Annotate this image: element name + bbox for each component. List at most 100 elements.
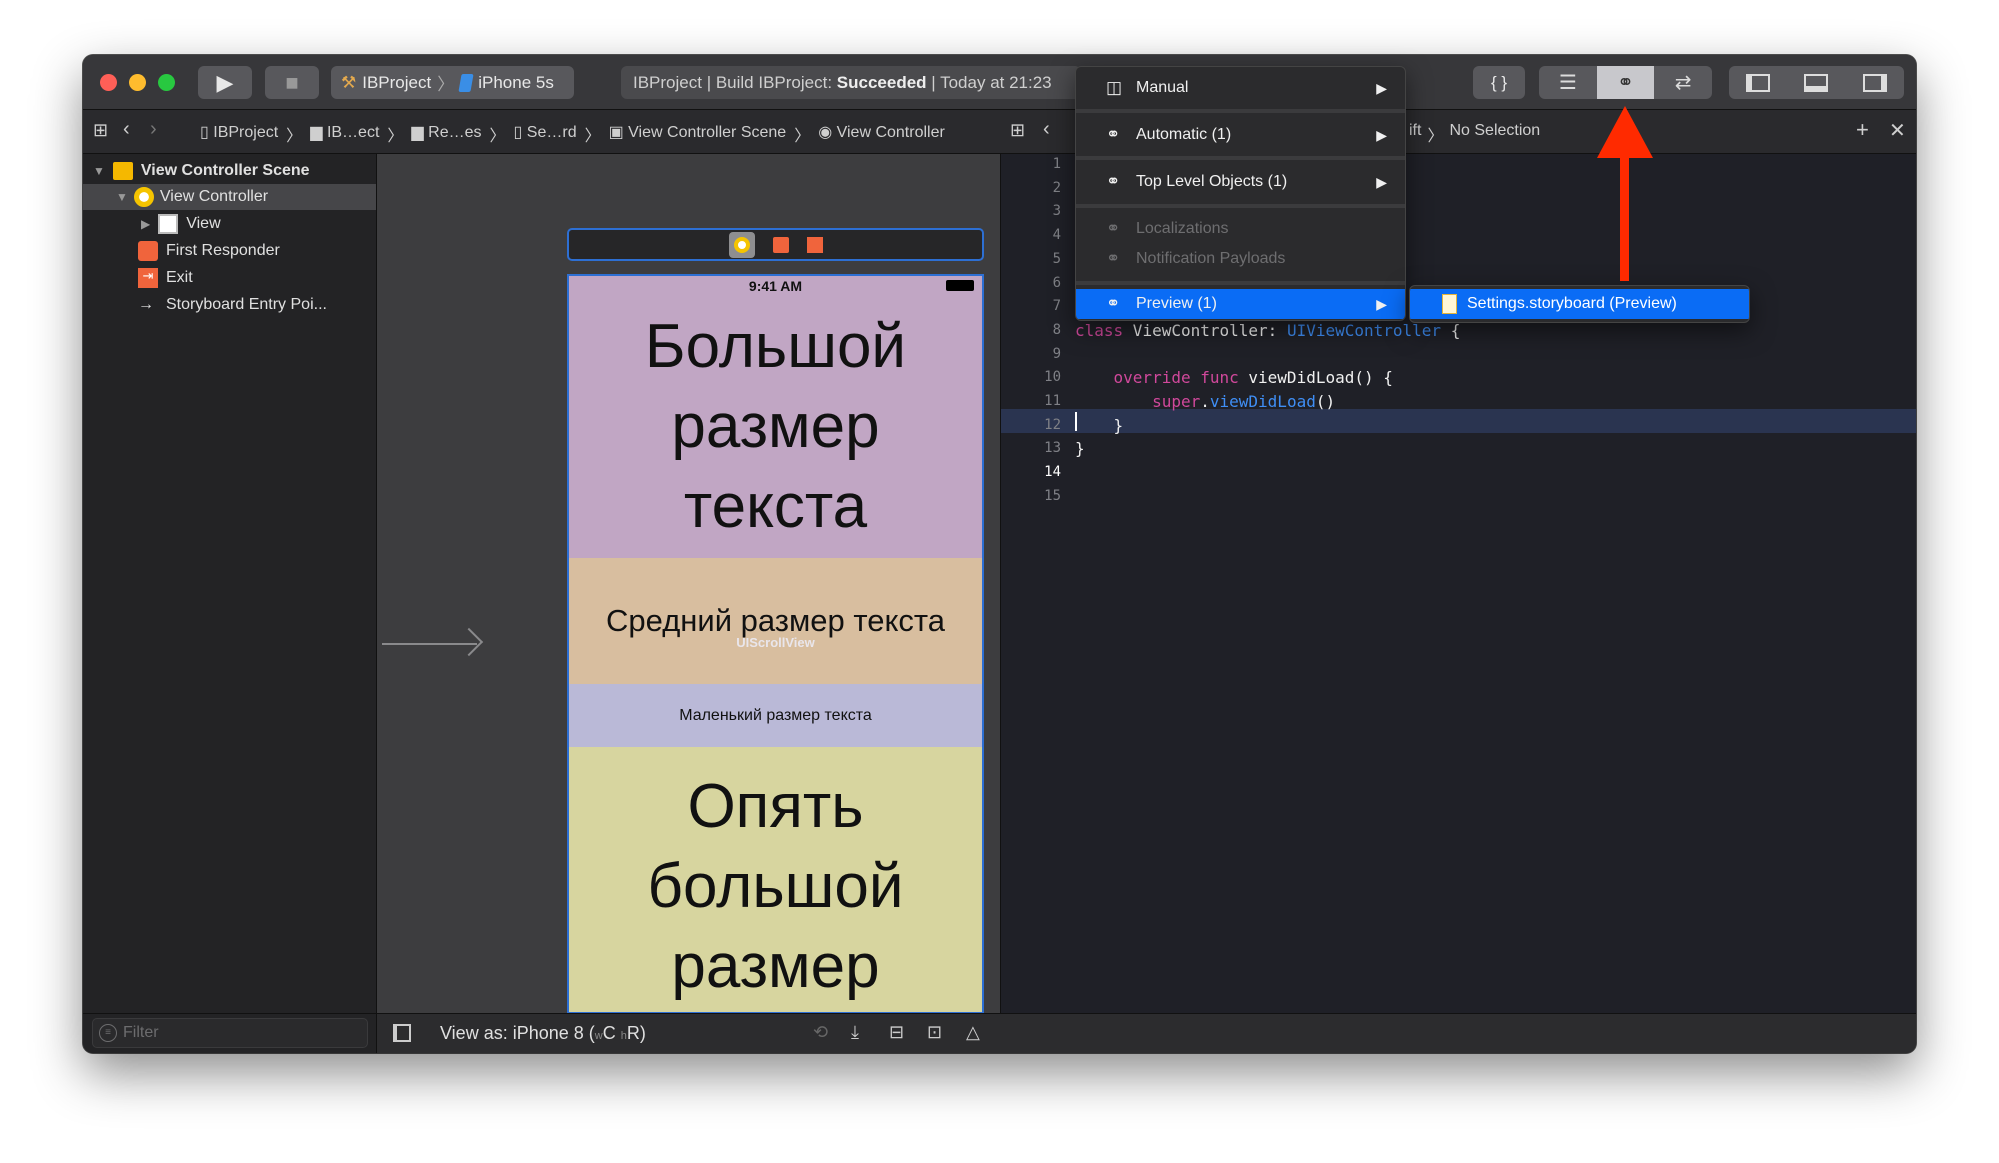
crumb-label: IB…ect [326, 124, 380, 141]
large-text-label: Большой размер текста [644, 312, 907, 541]
embed-in-icon[interactable]: ⤓ [851, 1022, 859, 1043]
submenu-item-settings-storyboard[interactable]: Settings.storyboard (Preview) [1410, 289, 1749, 319]
toggle-outline-icon[interactable] [393, 1024, 411, 1042]
device-name: iPhone 5s [478, 72, 554, 92]
assistant-back-button[interactable]: ‹ [1043, 118, 1050, 141]
menu-item-top-level-objects[interactable]: ⚭ Top Level Objects (1) ▶ [1076, 164, 1405, 200]
code-token: func [1200, 368, 1239, 388]
crumb-separator: 〉 [1427, 128, 1444, 145]
outline-label: View Controller Scene [140, 162, 310, 179]
related-items-icon[interactable]: ⊞ [93, 120, 108, 141]
menu-item-preview[interactable]: ⚭ Preview (1) ▶ [1076, 289, 1405, 319]
outline-item-view[interactable]: ▶ View [141, 211, 221, 237]
assistant-related-items-icon[interactable]: ⊞ [1010, 120, 1025, 141]
battery-icon [946, 280, 974, 291]
outline-item-view-controller[interactable]: ▼ View Controller [116, 184, 268, 210]
disclosure-down-icon[interactable]: ▼ [93, 164, 105, 178]
breadcrumb-item-resources[interactable]: ▆ Re…es [411, 122, 481, 146]
exit-icon[interactable] [806, 236, 823, 253]
run-button[interactable]: ▶ [198, 66, 252, 99]
first-responder-cube-icon[interactable] [772, 236, 789, 253]
lines-icon: ☰ [1558, 72, 1577, 94]
view-as-label: View as: iPhone 8 ( [440, 1023, 595, 1043]
toggle-debug-area-button[interactable] [1787, 66, 1845, 99]
outline-item-exit[interactable]: ⇥ Exit [138, 265, 193, 291]
assistant-editor-button[interactable]: ⚭ [1596, 66, 1655, 99]
align-icon[interactable]: ⊟ [889, 1022, 904, 1043]
filter-input[interactable]: ≡ Filter [92, 1018, 368, 1048]
small-text-section[interactable]: Маленький размер текста [569, 684, 982, 747]
standard-editor-button[interactable]: ☰ [1539, 66, 1597, 99]
exit-icon: ⇥ [138, 268, 158, 288]
update-frames-icon[interactable]: ⟲ [813, 1022, 828, 1043]
close-window-button[interactable] [100, 74, 117, 91]
outline-label: View Controller [159, 188, 269, 205]
assistant-file-crumb[interactable]: ift [1409, 122, 1421, 146]
view-controller-icon[interactable] [728, 231, 755, 258]
breadcrumb-item-scene[interactable]: ▣ View Controller Scene [609, 122, 787, 146]
toggle-inspector-button[interactable] [1846, 66, 1904, 99]
breadcrumb-item-project[interactable]: ▯ IBProject [200, 122, 278, 146]
medium-text-section[interactable]: Средний размер текста UIScrollView [569, 558, 982, 684]
breadcrumb-item-view-controller[interactable]: ◉ View Controller [818, 122, 945, 146]
menu-label: Preview (1) [1136, 295, 1217, 312]
size-class-compact: C [602, 1023, 616, 1043]
menu-separator [1076, 204, 1405, 208]
code-line: } [1075, 416, 1124, 435]
small-text-label: Маленький размер текста [679, 706, 872, 724]
status-prefix: IBProject | Build IBProject: [633, 72, 837, 92]
back-button[interactable]: ‹ [123, 118, 130, 141]
breadcrumb-item-storyboard[interactable]: ▯ Se…rd [514, 122, 577, 146]
status-suffix: | Today at 21:23 [926, 72, 1052, 92]
code-token: super [1152, 392, 1201, 411]
zoom-window-button[interactable] [158, 74, 175, 91]
line-number: 9 [1052, 345, 1061, 362]
crumb-separator: 〉 [286, 128, 303, 145]
toggle-navigator-button[interactable] [1729, 66, 1787, 99]
menu-item-automatic[interactable]: ⚭ Automatic (1) ▶ [1076, 117, 1405, 153]
add-constraints-icon[interactable]: ⊡ [927, 1022, 942, 1043]
xcode-app-icon: ⚒ [341, 72, 357, 92]
iphone-view[interactable]: 9:41 AM Большой размер текста Средний ра… [567, 274, 984, 1014]
submenu-arrow-icon: ▶ [1376, 295, 1387, 312]
outline-item-entry-point[interactable]: → Storyboard Entry Poi... [138, 292, 327, 318]
scheme-selector[interactable]: ⚒ IBProject 〉 iPhone 5s [331, 66, 574, 99]
add-editor-button[interactable]: + [1856, 117, 1869, 143]
swap-arrows-icon: ⇄ [1674, 72, 1692, 94]
large-text-section[interactable]: 9:41 AM Большой размер текста [569, 276, 982, 558]
outline-item-scene[interactable]: ▼ View Controller Scene [93, 158, 310, 184]
linked-circles-icon: ⚭ [1106, 125, 1121, 144]
minimize-window-button[interactable] [129, 74, 146, 91]
outline-item-first-responder[interactable]: First Responder [138, 238, 280, 264]
scene-dock [567, 228, 984, 261]
large-text-section-2[interactable]: Опять большой размер [569, 747, 982, 1012]
size-class-regular: R [626, 1023, 640, 1043]
forward-button[interactable]: › [150, 118, 157, 141]
disclosure-right-icon[interactable]: ▶ [141, 217, 150, 231]
code-token: override [1113, 368, 1191, 388]
code-review-button[interactable]: { } [1473, 66, 1525, 99]
code-token: . [1200, 392, 1210, 411]
menu-item-manual[interactable]: ◫ Manual ▶ [1076, 70, 1405, 106]
breadcrumb-item-folder[interactable]: ▆ IB…ect [310, 122, 379, 146]
annotation-arrow-head-icon [1597, 106, 1653, 158]
close-editor-button[interactable]: ✕ [1889, 118, 1906, 143]
stop-button[interactable]: ■ [265, 66, 319, 99]
version-editor-button[interactable]: ⇄ [1654, 66, 1712, 99]
annotation-arrow-shaft [1620, 150, 1629, 281]
scheme-separator: 〉 [437, 75, 455, 94]
menu-label: Automatic (1) [1136, 126, 1232, 143]
line-number: 6 [1052, 274, 1061, 291]
build-result: Succeeded [836, 72, 927, 92]
assistant-breadcrumb: ift 〉 No Selection [1409, 122, 1540, 146]
assistant-selection-crumb[interactable]: No Selection [1449, 122, 1540, 146]
storyboard-canvas[interactable]: 9:41 AM Большой размер текста Средний ра… [377, 154, 1000, 1014]
view-as-device-button[interactable]: View as: iPhone 8 (wC hR) [440, 1023, 646, 1044]
resolve-issues-icon[interactable]: △ [966, 1022, 980, 1043]
code-line: class ViewController: UIViewController { [1075, 321, 1460, 340]
menu-label: Manual [1136, 79, 1189, 96]
disclosure-down-icon[interactable]: ▼ [116, 190, 128, 204]
line-number: 4 [1052, 227, 1061, 244]
